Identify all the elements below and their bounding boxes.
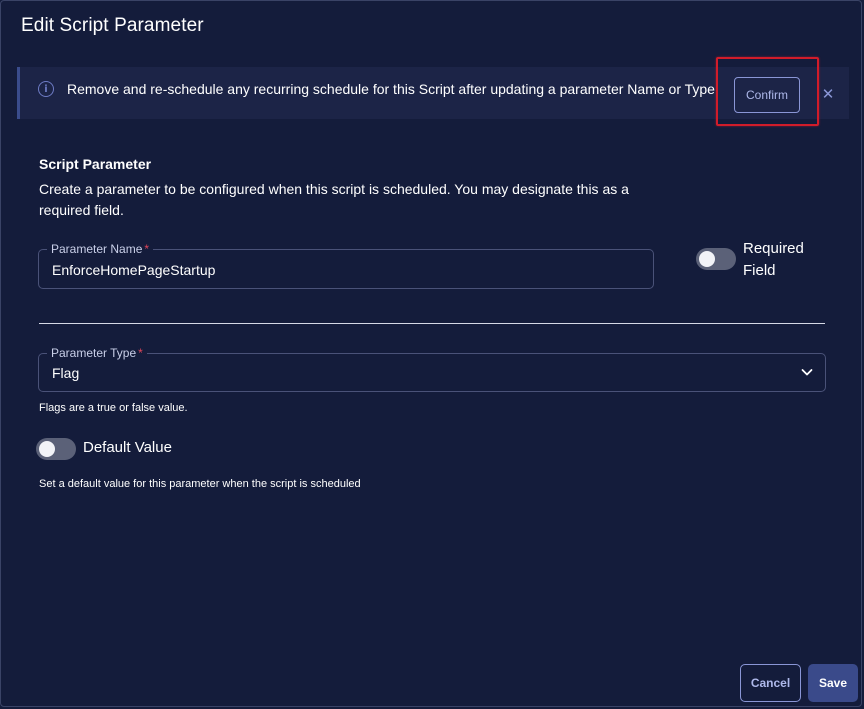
required-asterisk: * [138, 346, 143, 360]
toggle-knob [699, 251, 715, 267]
section-description: Create a parameter to be configured when… [39, 181, 629, 218]
parameter-type-helper: Flags are a true or false value. [39, 402, 188, 414]
confirm-button[interactable]: Confirm [734, 77, 800, 113]
required-asterisk: * [144, 242, 150, 256]
default-value-label: Default Value [83, 439, 172, 456]
close-icon[interactable]: ✕ [821, 85, 835, 103]
edit-script-parameter-dialog: Edit Script Parameter i Remove and re-sc… [0, 0, 862, 707]
chevron-down-icon[interactable] [799, 364, 815, 380]
info-icon: i [38, 81, 54, 97]
divider [39, 323, 825, 324]
required-field-label: Required Field [743, 240, 804, 279]
parameter-name-label-text: Parameter Name [51, 242, 143, 256]
dialog-title: Edit Script Parameter [21, 15, 204, 36]
required-field-toggle[interactable] [696, 248, 736, 270]
parameter-type-label: Parameter Type * [47, 346, 147, 360]
section-heading: Script Parameter [39, 156, 152, 172]
cancel-button[interactable]: Cancel [740, 664, 801, 702]
parameter-type-label-text: Parameter Type [51, 346, 137, 360]
parameter-type-select[interactable]: Parameter Type * Flag [38, 346, 826, 392]
default-value-helper: Set a default value for this parameter w… [39, 478, 361, 490]
banner-message: Remove and re-schedule any recurring sch… [67, 81, 719, 97]
toggle-knob [39, 441, 55, 457]
parameter-name-label: Parameter Name * [47, 242, 154, 256]
parameter-name-value[interactable]: EnforceHomePageStartup [52, 262, 215, 278]
parameter-type-value: Flag [52, 365, 80, 381]
parameter-name-field[interactable]: Parameter Name * EnforceHomePageStartup [38, 242, 654, 289]
default-value-toggle[interactable] [36, 438, 76, 460]
save-button[interactable]: Save [808, 664, 858, 702]
